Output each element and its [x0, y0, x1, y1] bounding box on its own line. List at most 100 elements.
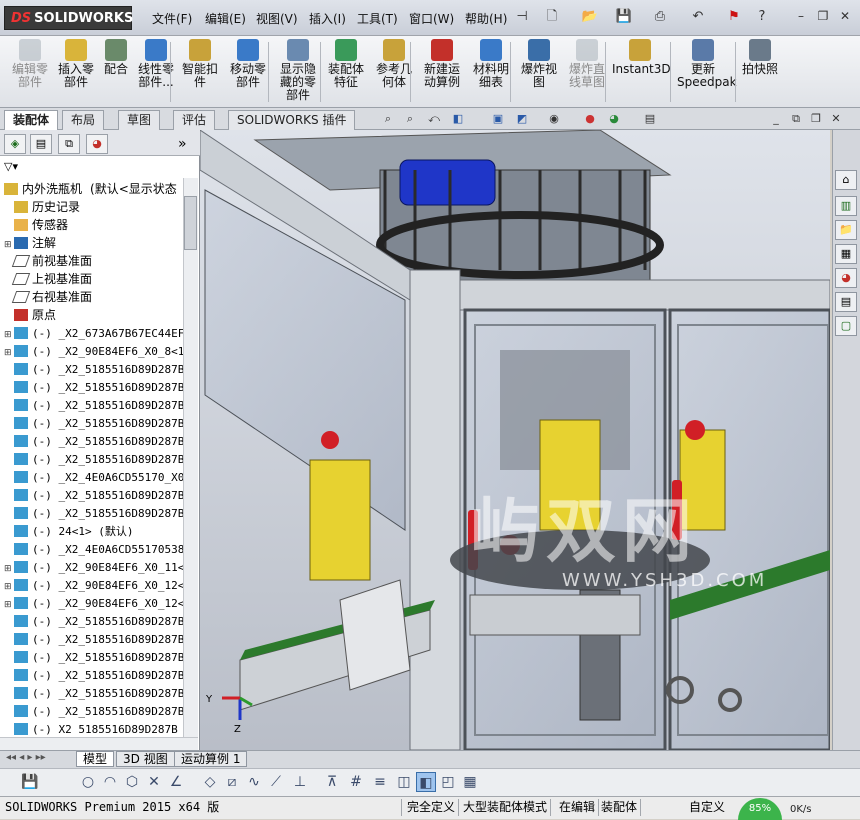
- tree-item[interactable]: (-) _X2_5185516D89D287B: [4, 378, 184, 396]
- tree-item[interactable]: 前视基准面: [4, 252, 184, 270]
- tree-item[interactable]: (-) _X2_5185516D89D287B: [4, 666, 184, 684]
- tab-model[interactable]: 模型: [76, 751, 115, 767]
- exploded-view-button[interactable]: 爆炸视 图: [518, 39, 560, 105]
- file-explorer-icon[interactable]: 📁: [835, 220, 857, 240]
- tab-sketch[interactable]: 草图: [118, 110, 161, 130]
- line-icon[interactable]: ∠: [166, 772, 186, 792]
- tree-item[interactable]: (-) _X2_4E0A6CD55170538: [4, 540, 184, 558]
- tree-item[interactable]: (-) _X2_4E0A6CD55170_X0: [4, 468, 184, 486]
- zoom-fit-icon[interactable]: ⌕: [380, 111, 396, 127]
- take-snapshot-button[interactable]: 拍快照: [740, 39, 780, 105]
- tree-item[interactable]: (-) _X2_5185516D89D287B: [4, 360, 184, 378]
- relation-icon[interactable]: ⊥: [290, 772, 310, 792]
- new-motion-study-button[interactable]: 新建运 动算例: [420, 39, 464, 105]
- assembly-features-button[interactable]: 装配体 特征: [326, 39, 366, 105]
- tree-item[interactable]: 右视基准面: [4, 288, 184, 306]
- save-icon[interactable]: 💾: [614, 6, 634, 28]
- tab-assembly[interactable]: 装配体: [4, 110, 59, 130]
- box-icon[interactable]: ◫: [394, 772, 414, 792]
- propertymanager-tab-icon[interactable]: ▤: [30, 134, 52, 154]
- panel-expand-icon[interactable]: »: [178, 136, 187, 152]
- tree-item[interactable]: (-) _X2_5185516D89D287B: [4, 486, 184, 504]
- tree-item[interactable]: ⊞ (-) _X2_90E84EF6_X0_12<: [4, 576, 184, 594]
- filter-icon[interactable]: ▽▾: [4, 160, 44, 176]
- viewport-close-icon[interactable]: ✕: [828, 111, 844, 127]
- custom-properties-icon[interactable]: ▤: [835, 292, 857, 312]
- tree-item[interactable]: (-) _X2_5185516D89D287B: [4, 630, 184, 648]
- design-library-icon[interactable]: ▥: [835, 196, 857, 216]
- previous-view-icon[interactable]: ⤺: [426, 111, 442, 127]
- tree-item[interactable]: (-) _X2_5185516D89D287B: [4, 702, 184, 720]
- insert-components-button[interactable]: 插入零 部件: [56, 39, 96, 105]
- open-folder-icon[interactable]: 📂: [580, 6, 600, 28]
- arc-icon[interactable]: ◠: [100, 772, 120, 792]
- scene-icon[interactable]: ◕: [606, 111, 622, 127]
- tree-item[interactable]: (-) _X2_5185516D89D287B: [4, 612, 184, 630]
- featuremanager-tab-icon[interactable]: ◈: [4, 134, 26, 154]
- tab-layout[interactable]: 布局: [62, 110, 105, 130]
- grid-icon[interactable]: #: [346, 772, 366, 792]
- expand-icon[interactable]: ⊞: [4, 596, 14, 612]
- rebuild-icon[interactable]: ⚑: [724, 6, 744, 28]
- polygon-icon[interactable]: ⬡: [122, 772, 142, 792]
- tree-item[interactable]: ⊞ (-) _X2_90E84EF6_X0_12<: [4, 594, 184, 612]
- bill-of-materials-button[interactable]: 材料明 细表: [470, 39, 512, 105]
- update-speedpak-button[interactable]: 更新 Speedpak: [677, 39, 737, 105]
- tree-item[interactable]: (-) 24<1> (默认): [4, 522, 184, 540]
- tree-horizontal-scrollbar[interactable]: [0, 737, 198, 750]
- tree-item[interactable]: 原点: [4, 306, 184, 324]
- offset-icon[interactable]: ⧄: [222, 772, 242, 792]
- expand-icon[interactable]: ⊞: [4, 578, 14, 594]
- display-manager-tab-icon[interactable]: ◕: [86, 134, 108, 154]
- appearance-icon[interactable]: ●: [582, 111, 598, 127]
- tree-item[interactable]: (-) X2 5185516D89D287B: [4, 720, 184, 738]
- tab-nav-arrows-icon[interactable]: ◂◂ ◂ ▸ ▸▸: [6, 752, 46, 763]
- restore-icon[interactable]: ❐: [814, 8, 832, 26]
- align-icon[interactable]: ≡: [370, 772, 390, 792]
- menu-window[interactable]: 窗口(W): [409, 10, 454, 27]
- move-component-button[interactable]: 移动零 部件: [226, 39, 270, 105]
- tree-item[interactable]: 上视基准面: [4, 270, 184, 288]
- menu-help[interactable]: 帮助(H): [465, 10, 507, 27]
- menu-tools[interactable]: 工具(T): [357, 10, 398, 27]
- home-icon[interactable]: ⌂: [835, 170, 857, 190]
- new-document-icon[interactable]: 🗋: [542, 6, 562, 28]
- tab-addins[interactable]: SOLIDWORKS 插件: [228, 110, 356, 130]
- tree-item[interactable]: ⊞ (-) _X2_673A67B67EC44EF: [4, 324, 184, 342]
- viewport-minimize-icon[interactable]: _: [768, 111, 784, 127]
- tree-item[interactable]: ⊞ (-) _X2_90E84EF6_X0_11<: [4, 558, 184, 576]
- tree-item[interactable]: ⊞ (-) _X2_90E84EF6_X0_8<1: [4, 342, 184, 360]
- tree-scrollbar[interactable]: [183, 178, 198, 738]
- tree-item[interactable]: (-) _X2_5185516D89D287B: [4, 414, 184, 432]
- display-style-icon[interactable]: ◩: [514, 111, 530, 127]
- print-icon[interactable]: ⎙: [650, 6, 670, 28]
- menu-view[interactable]: 视图(V): [256, 10, 298, 27]
- expand-icon[interactable]: ⊞: [4, 560, 14, 576]
- instant3d-button[interactable]: Instant3D: [612, 39, 671, 105]
- tree-item[interactable]: (-) _X2_5185516D89D287B: [4, 432, 184, 450]
- hidden-lines-icon[interactable]: ◰: [438, 772, 458, 792]
- pin-icon[interactable]: ⊣: [512, 6, 532, 28]
- tree-root[interactable]: 内外洗瓶机 (默认<显示状态: [4, 180, 184, 198]
- tab-3d-view[interactable]: 3D 视图: [116, 751, 175, 767]
- viewport-tile-icon[interactable]: ⧉: [788, 111, 804, 127]
- hide-show-icon[interactable]: ◉: [546, 111, 562, 127]
- view-palette-icon[interactable]: ▦: [835, 244, 857, 264]
- appearances-icon[interactable]: ◕: [835, 268, 857, 288]
- mirror-icon[interactable]: ⊼: [322, 772, 342, 792]
- save-icon[interactable]: 💾: [20, 772, 40, 792]
- menu-insert[interactable]: 插入(I): [309, 10, 346, 27]
- mate-button[interactable]: 配合: [100, 39, 132, 105]
- edit-component-button[interactable]: 编辑零 部件: [8, 39, 52, 105]
- spline-icon[interactable]: ∿: [244, 772, 264, 792]
- shaded-view-icon[interactable]: ◧: [416, 772, 436, 792]
- tree-item[interactable]: 传感器: [4, 216, 184, 234]
- tree-scroll-thumb[interactable]: [184, 196, 197, 250]
- viewport-restore-icon[interactable]: ❐: [808, 111, 824, 127]
- table-icon[interactable]: ▦: [460, 772, 480, 792]
- view-settings-icon[interactable]: ▤: [642, 111, 658, 127]
- tree-item[interactable]: (-) _X2_5185516D89D287B: [4, 684, 184, 702]
- explode-line-sketch-button[interactable]: 爆炸直 线草图: [565, 39, 609, 105]
- tree-item[interactable]: (-) _X2_5185516D89D287B: [4, 504, 184, 522]
- smart-fasteners-button[interactable]: 智能扣 件: [180, 39, 220, 105]
